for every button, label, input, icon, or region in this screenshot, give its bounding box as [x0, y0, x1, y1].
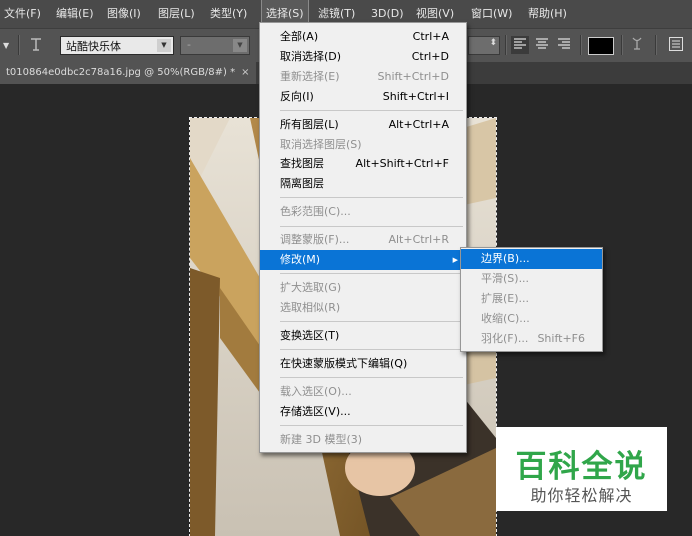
modify-submenu: 边界(B)... 平滑(S)... 扩展(E)... 收缩(C)... 羽化(F… — [460, 247, 603, 352]
watermark: 百科全说 助你轻松解决 — [496, 427, 667, 511]
menu-item-color-range[interactable]: 色彩范围(C)... — [260, 202, 466, 222]
menu-item-modify[interactable]: 修改(M) ▶ — [260, 250, 466, 270]
warp-text-icon[interactable] — [630, 35, 644, 55]
submenu-item-smooth[interactable]: 平滑(S)... — [461, 269, 602, 289]
watermark-subtitle: 助你轻松解决 — [530, 486, 633, 505]
select-menu: 全部(A) Ctrl+A 取消选择(D) Ctrl+D 重新选择(E) Shift+C… — [259, 22, 467, 453]
menu-separator — [280, 110, 463, 111]
tool-preset-arrow-icon[interactable]: ▼ — [3, 41, 9, 50]
menu-separator — [280, 377, 463, 378]
submenu-item-expand[interactable]: 扩展(E)... — [461, 289, 602, 309]
close-icon[interactable]: × — [241, 67, 249, 78]
menu-item-transform-selection[interactable]: 变换选区(T) — [260, 326, 466, 346]
divider — [505, 35, 507, 55]
menu-separator — [280, 321, 463, 322]
font-family-value: 站酷快乐体 — [66, 40, 121, 53]
menu-separator — [280, 349, 463, 350]
align-left-icon[interactable] — [511, 36, 529, 54]
divider — [655, 35, 657, 55]
align-right-icon[interactable] — [555, 36, 573, 54]
watermark-title: 百科全说 — [515, 449, 648, 485]
menu-item-quick-mask[interactable]: 在快速蒙版模式下编辑(Q) — [260, 354, 466, 374]
font-style-select[interactable]: - ▼ — [180, 36, 250, 55]
document-tab[interactable]: t010864e0dbc2c78a16.jpg @ 50%(RGB/8#) * × — [0, 62, 256, 84]
divider — [18, 35, 20, 55]
menu-layer[interactable]: 图层(L) — [158, 0, 195, 28]
text-color-swatch[interactable] — [588, 37, 614, 55]
menu-separator — [280, 197, 463, 198]
submenu-item-border[interactable]: 边界(B)... — [461, 249, 602, 269]
menu-item-deselect-layers[interactable]: 取消选择图层(S) — [260, 135, 466, 155]
align-center-icon[interactable] — [533, 36, 551, 54]
chevron-down-icon: ▼ — [233, 39, 247, 52]
menu-item-load-selection[interactable]: 载入选区(O)... — [260, 382, 466, 402]
submenu-arrow-icon: ▶ — [452, 256, 458, 264]
font-style-value: - — [187, 38, 191, 51]
chevron-down-icon: ▼ — [157, 39, 171, 52]
menu-item-similar[interactable]: 选取相似(R) — [260, 298, 466, 318]
spin-icon: ⬍ — [489, 38, 497, 48]
menu-edit[interactable]: 编辑(E) — [56, 0, 94, 28]
menu-item-grow[interactable]: 扩大选取(G) — [260, 278, 466, 298]
menu-item-new-3d-model[interactable]: 新建 3D 模型(3) — [260, 430, 466, 450]
menu-item-refine-mask[interactable]: 调整蒙版(F)... Alt+Ctrl+R — [260, 230, 466, 250]
menu-separator — [280, 273, 463, 274]
character-panel-icon[interactable] — [668, 36, 684, 52]
menu-image[interactable]: 图像(I) — [107, 0, 141, 28]
text-orientation-icon[interactable] — [28, 35, 44, 53]
submenu-item-contract[interactable]: 收缩(C)... — [461, 309, 602, 329]
menu-file[interactable]: 文件(F) — [4, 0, 41, 28]
menu-type[interactable]: 类型(Y) — [210, 0, 247, 28]
antialias-select[interactable]: ⬍ — [468, 36, 500, 55]
menu-item-all-layers[interactable]: 所有图层(L) Alt+Ctrl+A — [260, 115, 466, 135]
menu-separator — [280, 425, 463, 426]
menu-item-inverse[interactable]: 反向(I) Shift+Ctrl+I — [260, 87, 466, 107]
divider — [621, 35, 623, 55]
document-tab-title: t010864e0dbc2c78a16.jpg @ 50%(RGB/8#) * — [6, 67, 236, 78]
menu-item-isolate-layers[interactable]: 隔离图层 — [260, 174, 466, 194]
menu-separator — [280, 226, 463, 227]
font-family-select[interactable]: 站酷快乐体 ▼ — [60, 36, 174, 55]
menu-item-reselect[interactable]: 重新选择(E) Shift+Ctrl+D — [260, 67, 466, 87]
menu-window[interactable]: 窗口(W) — [471, 0, 512, 28]
menu-item-find-layers[interactable]: 查找图层 Alt+Shift+Ctrl+F — [260, 154, 466, 174]
menu-item-deselect[interactable]: 取消选择(D) Ctrl+D — [260, 47, 466, 67]
menu-help[interactable]: 帮助(H) — [528, 0, 567, 28]
divider — [580, 35, 582, 55]
menu-item-select-all[interactable]: 全部(A) Ctrl+A — [260, 27, 466, 47]
menu-item-save-selection[interactable]: 存储选区(V)... — [260, 402, 466, 422]
submenu-item-feather[interactable]: 羽化(F)... Shift+F6 — [461, 329, 602, 349]
